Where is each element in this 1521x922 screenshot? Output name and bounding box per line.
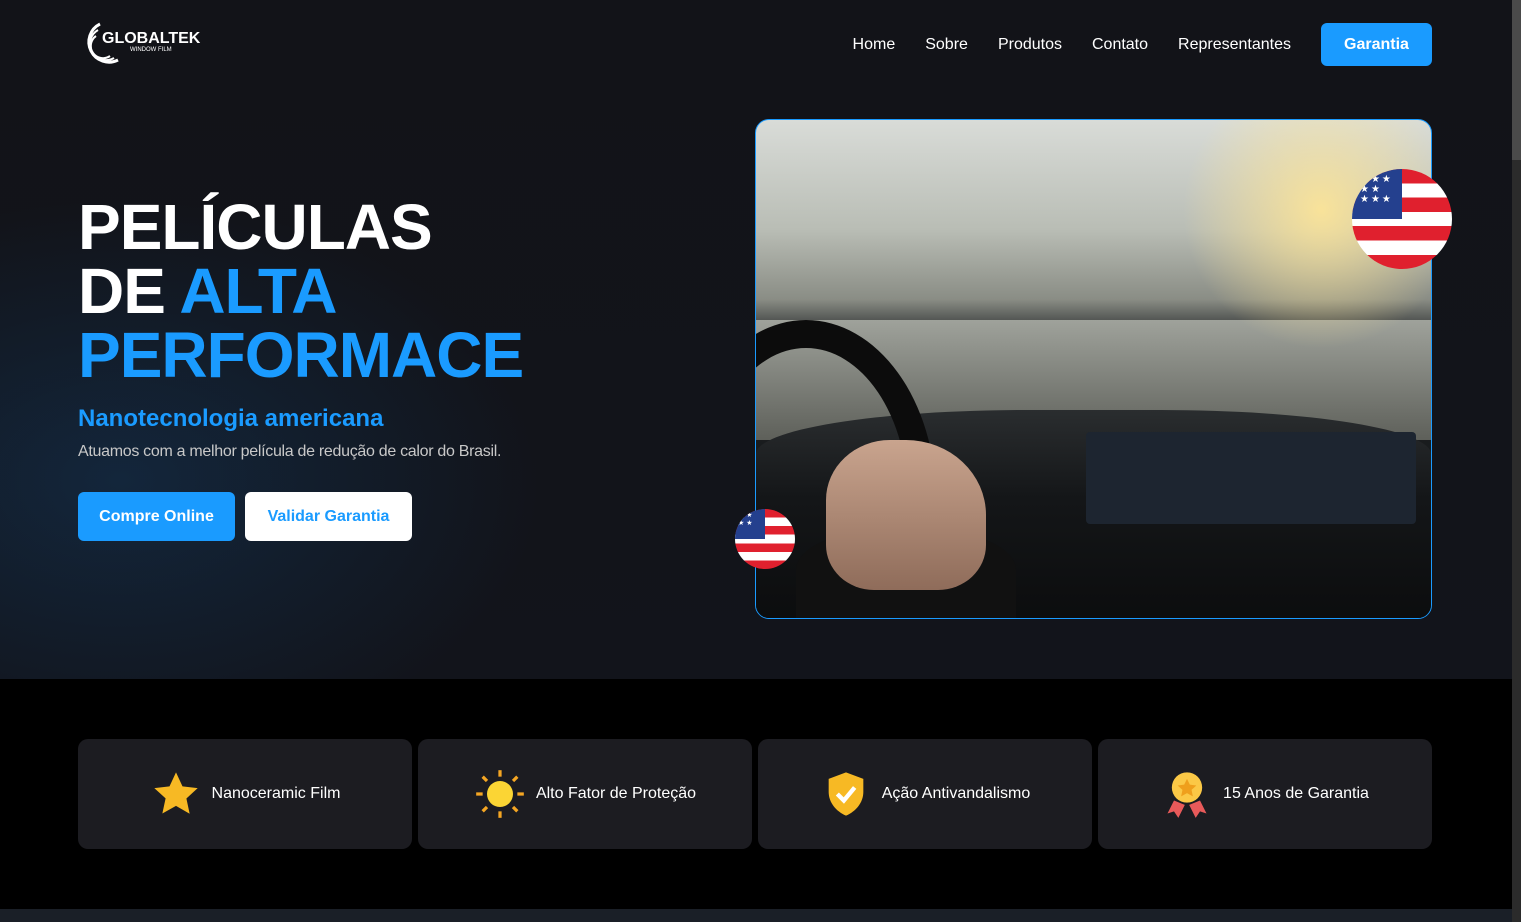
nav-produtos[interactable]: Produtos [998,36,1062,54]
hero-car-image [755,119,1432,619]
hero-section: GLOBALTEK WINDOW FILM Home Sobre Produto… [0,0,1512,679]
hero-title: PELÍCULAS DE ALTA PERFORMACE [78,195,524,387]
main-nav: Home Sobre Produtos Contato Representant… [823,23,1432,66]
us-flag-icon: ★★★ ★★ ★★★ [1352,169,1452,269]
title-line-2a: DE [78,255,180,327]
title-line-2b: ALTA [179,255,337,327]
feature-card: Alto Fator de Proteção [418,739,752,849]
hero-subtitle: Nanotecnologia americana [78,405,384,432]
validar-garantia-button[interactable]: Validar Garantia [245,492,412,541]
svg-text:WINDOW FILM: WINDOW FILM [130,47,172,53]
feature-label: Nanoceramic Film [211,785,341,802]
garantia-button[interactable]: Garantia [1321,23,1432,66]
compre-online-button[interactable]: Compre Online [78,492,235,541]
title-line-3: PERFORMACE [78,319,524,391]
sun-icon [476,770,524,818]
us-flag-icon: ★★ ★★ [735,509,795,569]
shield-check-icon [828,772,864,816]
nav-representantes[interactable]: Representantes [1178,36,1291,54]
nav-home[interactable]: Home [853,36,896,54]
nav-sobre[interactable]: Sobre [925,36,968,54]
nav-contato[interactable]: Contato [1092,36,1148,54]
feature-card: Nanoceramic Film [78,739,412,849]
features-row: Nanoceramic Film Alto Fator de Proteção … [78,739,1432,849]
feature-label: 15 Anos de Garantia [1223,785,1369,802]
scrollbar-thumb[interactable] [1512,0,1521,160]
medal-icon [1167,772,1207,818]
next-section-edge [0,909,1512,922]
svg-text:GLOBALTEK: GLOBALTEK [102,30,201,47]
feature-label: Ação Antivandalismo [881,785,1031,802]
globaltek-logo[interactable]: GLOBALTEK WINDOW FILM [78,20,208,68]
scrollbar[interactable] [1512,0,1521,922]
feature-card: 15 Anos de Garantia [1098,739,1432,849]
feature-card: Ação Antivandalismo [758,739,1092,849]
feature-label: Alto Fator de Proteção [535,785,697,802]
star-icon [153,772,198,814]
hero-description: Atuamos com a melhor película de redução… [78,443,502,460]
title-line-1: PELÍCULAS [78,191,433,263]
